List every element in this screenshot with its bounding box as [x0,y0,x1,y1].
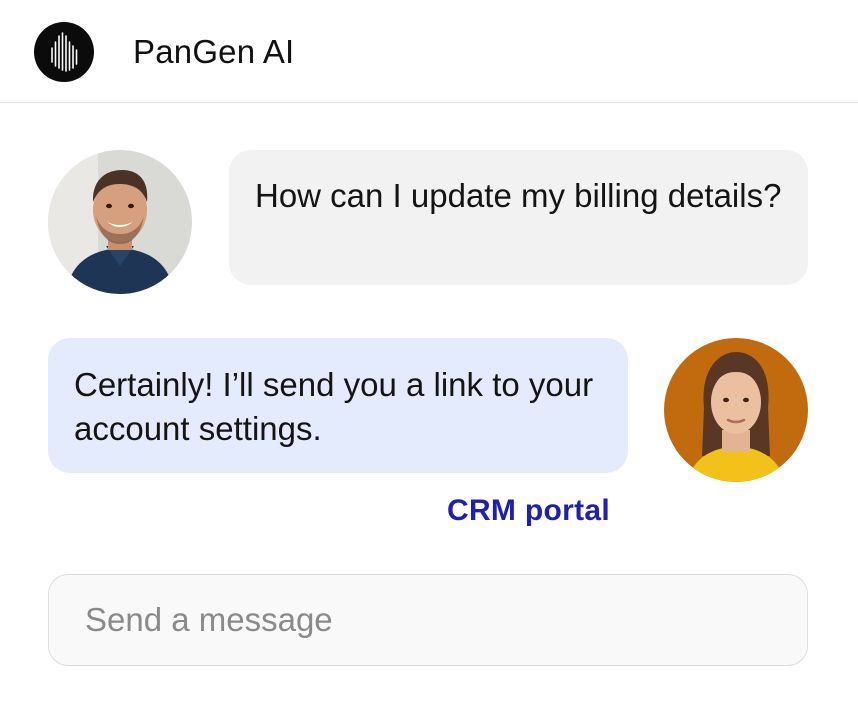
assistant-avatar [664,338,808,482]
user-message-bubble: How can I update my billing details? [229,150,808,285]
assistant-message-bubble: Certainly! I’ll send you a link to your … [48,338,628,473]
assistant-message-text: Certainly! I’ll send you a link to your … [74,366,594,447]
message-composer [48,574,808,666]
crm-portal-link[interactable]: CRM portal [447,492,610,530]
app-header: PanGen AI [0,0,858,103]
message-input[interactable] [85,597,775,643]
user-avatar [48,150,192,294]
app-title: PanGen AI [133,33,295,70]
user-message-text: How can I update my billing details? [255,177,782,214]
pangen-logo-icon [34,22,94,82]
